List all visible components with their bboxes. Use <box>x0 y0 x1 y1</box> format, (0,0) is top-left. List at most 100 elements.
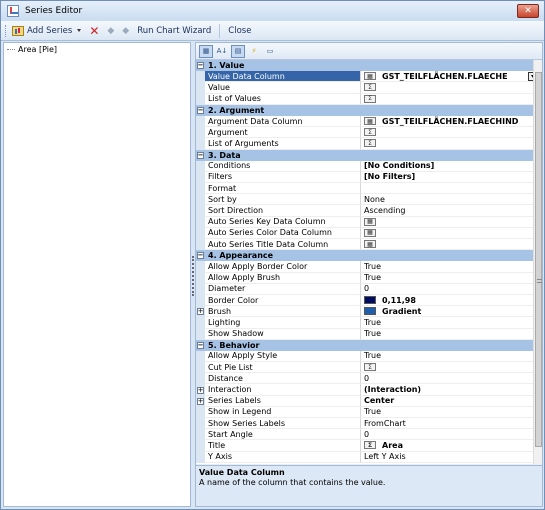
property-value-cell[interactable]: 0 <box>361 429 542 441</box>
run-chart-wizard-button[interactable]: Run Chart Wizard <box>133 23 215 39</box>
property-row[interactable]: Value Σ <box>196 82 542 94</box>
expression-icon[interactable]: Σ <box>364 83 376 92</box>
property-value[interactable]: 0 <box>364 374 369 383</box>
property-value-cell[interactable]: Ascending <box>361 205 542 217</box>
property-row[interactable]: List of Arguments Σ <box>196 138 542 150</box>
collapse-icon[interactable]: − <box>197 341 204 349</box>
category-row[interactable]: −4. Appearance <box>196 250 542 262</box>
property-value-cell[interactable]: Σ Area <box>361 440 542 452</box>
property-value-cell[interactable]: True <box>361 317 542 329</box>
property-row[interactable]: Filters [No Filters] <box>196 171 542 184</box>
property-row[interactable]: + Series Labels Center <box>196 395 542 407</box>
collapse-icon[interactable]: − <box>197 252 204 260</box>
property-row[interactable]: Value Data Column ▦ GST_TEILFLÄCHEN.FLAECH… <box>196 71 542 83</box>
property-value-cell[interactable]: Left Y Axis <box>361 452 542 463</box>
property-row[interactable]: Auto Series Key Data Column ▦ <box>196 216 542 228</box>
property-value[interactable]: (Interaction) <box>364 385 421 394</box>
property-row[interactable]: Show Series Labels FromChart <box>196 418 542 430</box>
color-swatch[interactable] <box>364 307 376 316</box>
property-value[interactable]: Ascending <box>364 206 405 215</box>
alphabetical-icon[interactable]: A↓ <box>215 45 229 58</box>
collapse-icon[interactable]: − <box>197 106 204 114</box>
properties-icon[interactable]: ▤ <box>231 44 245 58</box>
vertical-scrollbar[interactable] <box>533 60 542 464</box>
property-value[interactable]: Area <box>382 441 403 450</box>
property-value-cell[interactable]: Σ <box>361 94 542 105</box>
property-row[interactable]: Sort by None <box>196 194 542 206</box>
property-row[interactable]: Title Σ Area <box>196 440 542 452</box>
property-value-cell[interactable] <box>361 183 542 195</box>
property-row[interactable]: Sort Direction Ascending <box>196 205 542 217</box>
property-value-cell[interactable]: 0,11,98 <box>361 295 542 307</box>
property-row[interactable]: Format <box>196 183 542 195</box>
move-down-button[interactable]: ◆ <box>118 23 133 39</box>
property-value-cell[interactable]: [No Filters] <box>361 172 542 184</box>
expand-icon[interactable]: + <box>197 397 204 405</box>
property-value-cell[interactable]: Σ <box>361 138 542 150</box>
move-up-button[interactable]: ◆ <box>103 23 118 39</box>
delete-series-button[interactable]: ✕ <box>85 23 103 39</box>
add-series-button[interactable]: Add Series <box>8 23 85 39</box>
property-value-cell[interactable]: (Interaction) <box>361 384 542 396</box>
splitter-handle[interactable] <box>192 256 194 296</box>
property-row[interactable]: Cut Pie List Σ <box>196 362 542 374</box>
property-value-cell[interactable]: None <box>361 194 542 206</box>
property-value-cell[interactable]: ▦ <box>361 217 542 228</box>
property-row[interactable]: Auto Series Title Data Column ▦ <box>196 239 542 251</box>
property-value[interactable]: GST_TEILFLÄCHEN.FLAECHIND <box>382 117 518 126</box>
close-button[interactable]: Close <box>224 23 255 39</box>
property-row[interactable]: Y Axis Left Y Axis <box>196 451 542 463</box>
property-value-cell[interactable]: 0 <box>361 284 542 295</box>
property-pages-icon[interactable]: ▭ <box>263 45 277 58</box>
property-row[interactable]: + Interaction (Interaction) <box>196 384 542 396</box>
category-row[interactable]: −5. Behavior <box>196 339 542 351</box>
expression-icon[interactable]: Σ <box>364 363 376 372</box>
property-value[interactable]: True <box>364 329 381 338</box>
expression-icon[interactable]: Σ <box>364 441 376 450</box>
property-value-cell[interactable]: ▦ <box>361 239 542 251</box>
property-value[interactable]: 0 <box>364 284 369 293</box>
events-icon[interactable]: ⚡ <box>247 45 261 58</box>
data-column-icon[interactable]: ▦ <box>364 217 376 226</box>
property-value[interactable]: True <box>364 318 381 327</box>
property-value-cell[interactable]: Σ <box>361 127 542 139</box>
property-row[interactable]: Allow Apply Style True <box>196 350 542 363</box>
property-value[interactable]: True <box>364 262 381 271</box>
window-close-button[interactable]: ✕ <box>517 4 539 18</box>
property-value[interactable]: FromChart <box>364 419 406 428</box>
property-value-cell[interactable]: True <box>361 351 542 363</box>
collapse-icon[interactable]: − <box>197 151 204 159</box>
expression-icon[interactable]: Σ <box>364 139 376 148</box>
property-value-cell[interactable]: True <box>361 261 542 273</box>
data-column-icon[interactable]: ▦ <box>364 228 376 237</box>
property-value-cell[interactable]: Σ <box>361 362 542 374</box>
property-row[interactable]: Argument Σ <box>196 127 542 139</box>
add-series-dropdown-icon[interactable] <box>77 29 82 32</box>
property-row[interactable]: Diameter 0 <box>196 283 542 295</box>
property-value[interactable]: Center <box>364 396 394 405</box>
property-value-cell[interactable]: True <box>361 407 542 418</box>
property-value[interactable]: [No Filters] <box>364 172 415 181</box>
collapse-icon[interactable]: − <box>197 62 204 70</box>
property-row[interactable]: Allow Apply Border Color True <box>196 261 542 273</box>
property-value-cell[interactable]: True <box>361 329 542 340</box>
property-value[interactable]: None <box>364 195 385 204</box>
property-value-cell[interactable]: 0 <box>361 373 542 385</box>
property-value[interactable]: [No Conditions] <box>364 161 434 170</box>
property-value-cell[interactable]: FromChart <box>361 418 542 430</box>
category-row[interactable]: −1. Value <box>196 60 542 72</box>
property-value[interactable]: Left Y Axis <box>364 452 406 461</box>
property-value[interactable]: GST_TEILFLÄCHEN.FLAECHE <box>382 72 508 81</box>
data-column-icon[interactable]: ▦ <box>364 240 376 249</box>
property-row[interactable]: Allow Apply Brush True <box>196 272 542 284</box>
property-row[interactable]: Lighting True <box>196 317 542 329</box>
property-value-cell[interactable]: True <box>361 273 542 284</box>
data-column-icon[interactable]: ▦ <box>364 72 376 81</box>
property-value-cell[interactable]: [No Conditions] <box>361 161 542 172</box>
property-value-cell[interactable]: ▦ <box>361 228 542 239</box>
categorized-icon[interactable]: ▦ <box>199 44 213 58</box>
category-row[interactable]: −2. Argument <box>196 104 542 116</box>
property-row[interactable]: Start Angle 0 <box>196 429 542 441</box>
property-row[interactable]: Conditions [No Conditions] <box>196 160 542 172</box>
data-column-icon[interactable]: ▦ <box>364 117 376 126</box>
